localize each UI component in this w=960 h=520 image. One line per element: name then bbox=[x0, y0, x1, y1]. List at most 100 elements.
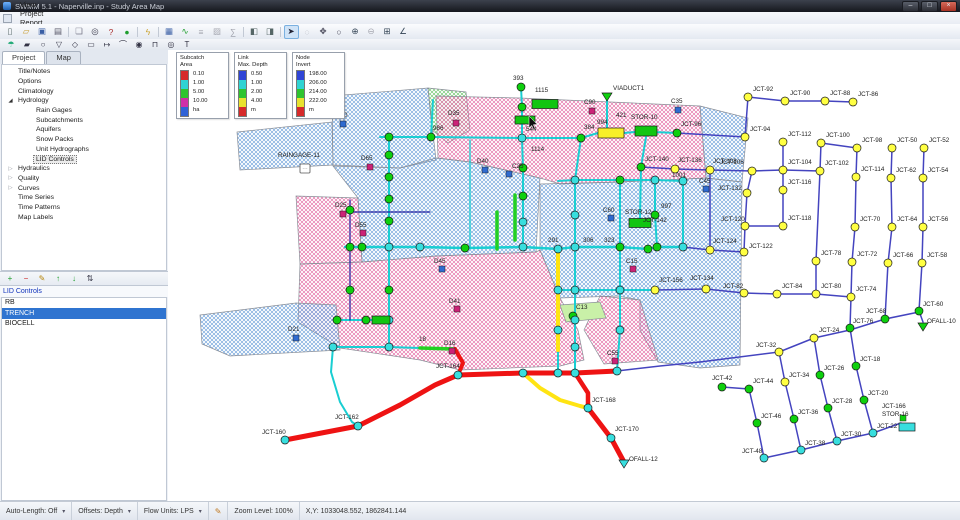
map-node-jct-132[interactable] bbox=[743, 189, 751, 197]
map-node-d30[interactable] bbox=[340, 121, 346, 127]
map-node-jct-98[interactable] bbox=[853, 144, 861, 152]
storage-tool-button[interactable]: ▭ bbox=[84, 39, 99, 51]
query-map-button[interactable]: ? bbox=[104, 25, 119, 39]
map-link[interactable] bbox=[783, 170, 820, 171]
map-node[interactable] bbox=[616, 243, 624, 251]
delete-object-button[interactable]: − bbox=[20, 273, 32, 284]
map-node[interactable] bbox=[651, 176, 659, 184]
map-node[interactable] bbox=[385, 343, 393, 351]
report-statistics-button[interactable]: ∑ bbox=[226, 25, 241, 39]
map-node-jct-80[interactable] bbox=[812, 290, 820, 298]
list-item-rb[interactable]: RB bbox=[2, 298, 166, 309]
map-node-jct-28[interactable] bbox=[824, 404, 832, 412]
tree-item-subcatchments[interactable]: Subcatchments bbox=[2, 115, 166, 125]
map-node-jct-100[interactable] bbox=[817, 139, 825, 147]
overview-map-button[interactable]: ● bbox=[120, 25, 135, 39]
map-node[interactable] bbox=[346, 286, 354, 294]
map-node[interactable] bbox=[519, 369, 527, 377]
map-node[interactable] bbox=[571, 211, 579, 219]
tree-item-quality[interactable]: ▷Quality bbox=[2, 174, 166, 184]
map-node-jct-24[interactable] bbox=[810, 334, 818, 342]
report-graph-button[interactable]: ∿ bbox=[178, 25, 193, 39]
map-node-jct-76[interactable] bbox=[846, 324, 854, 332]
map-node[interactable] bbox=[616, 176, 624, 184]
run-simulation-button[interactable]: ϟ bbox=[141, 25, 156, 39]
map-node-c55[interactable] bbox=[612, 358, 618, 364]
map-node-jct-42[interactable] bbox=[718, 383, 726, 391]
label-tool-button[interactable]: T bbox=[180, 39, 195, 51]
tree-item-lid-controls[interactable]: LID Controls bbox=[2, 154, 166, 164]
tree-item-aquifers[interactable]: Aquifers bbox=[2, 125, 166, 135]
map-node[interactable] bbox=[385, 195, 393, 203]
zoom-out-button[interactable]: ⊖ bbox=[364, 25, 379, 39]
map-link[interactable] bbox=[744, 171, 752, 252]
tree-item-climatology[interactable]: Climatology bbox=[2, 86, 166, 96]
list-item-trench[interactable]: TRENCH bbox=[2, 308, 166, 319]
offsets-selector[interactable]: Offsets: Depth ▾ bbox=[72, 502, 138, 520]
map-node[interactable] bbox=[598, 128, 624, 138]
tree-item-rain-gages[interactable]: Rain Gages bbox=[2, 106, 166, 116]
minimize-button[interactable]: – bbox=[902, 1, 919, 12]
edit-object-button[interactable]: ✎ bbox=[36, 273, 48, 284]
junction-tool-button[interactable]: ○ bbox=[36, 39, 51, 51]
map-node[interactable] bbox=[653, 243, 661, 251]
select-vertex-button[interactable]: ◌ bbox=[300, 25, 315, 39]
map-node-jct-124[interactable] bbox=[706, 246, 714, 254]
select-region-button[interactable]: ○ bbox=[332, 25, 347, 39]
zoom-in-button[interactable]: ⊕ bbox=[348, 25, 363, 39]
conduit-tool-button[interactable]: ↦ bbox=[100, 39, 115, 51]
map-node-jct-106[interactable] bbox=[748, 167, 756, 175]
map-node[interactable] bbox=[554, 245, 562, 253]
open-file-button[interactable]: ▱ bbox=[19, 25, 34, 39]
report-table-button[interactable]: ▦ bbox=[162, 25, 177, 39]
map-node-jct-22[interactable] bbox=[869, 429, 877, 437]
subcatchment-polygon[interactable] bbox=[200, 303, 340, 356]
map-node-jct-62[interactable] bbox=[887, 174, 895, 182]
map-node-jct-160[interactable] bbox=[281, 436, 289, 444]
subcatchment-polygon[interactable] bbox=[237, 122, 333, 170]
map-node[interactable] bbox=[385, 286, 393, 294]
map-node[interactable] bbox=[518, 134, 526, 142]
map-node-jct-48[interactable] bbox=[760, 454, 768, 462]
map-node[interactable] bbox=[358, 243, 366, 251]
map-node-jct-156[interactable] bbox=[651, 286, 659, 294]
map-node[interactable] bbox=[679, 243, 687, 251]
auto-length-selector[interactable]: Auto-Length: Off ▾ bbox=[0, 502, 72, 520]
map-node-jct-38[interactable] bbox=[797, 446, 805, 454]
map-node-jct-32[interactable] bbox=[775, 348, 783, 356]
map-node-jct-122[interactable] bbox=[740, 248, 748, 256]
map-node-jct-120[interactable] bbox=[741, 222, 749, 230]
map-node-jct-26[interactable] bbox=[816, 371, 824, 379]
map-node[interactable] bbox=[616, 286, 624, 294]
new-file-button[interactable]: ▯ bbox=[3, 25, 18, 39]
map-node[interactable] bbox=[427, 133, 435, 141]
tree-item-unit-hydrographs[interactable]: Unit Hydrographs bbox=[2, 145, 166, 155]
map-link[interactable] bbox=[850, 297, 851, 328]
map-node-jct-102[interactable] bbox=[816, 167, 824, 175]
map-node-c35[interactable] bbox=[675, 107, 681, 113]
map-node-jct-162[interactable] bbox=[354, 422, 362, 430]
map-link[interactable] bbox=[885, 148, 892, 319]
map-node[interactable] bbox=[571, 176, 579, 184]
map-node-c25[interactable] bbox=[506, 171, 512, 177]
map-node-jct-58[interactable] bbox=[918, 259, 926, 267]
map-node-jct-74[interactable] bbox=[847, 293, 855, 301]
tree-item-map-labels[interactable]: Map Labels bbox=[2, 212, 166, 222]
map-node-d65[interactable] bbox=[367, 164, 373, 170]
pump-tool-button[interactable]: ⌒ bbox=[116, 39, 131, 51]
map-node-jct-70[interactable] bbox=[851, 223, 859, 231]
map-node-jct-92[interactable] bbox=[744, 93, 752, 101]
map-node-jct-72[interactable] bbox=[848, 258, 856, 266]
tree-item-options[interactable]: Options bbox=[2, 77, 166, 87]
orifice-tool-button[interactable]: ◉ bbox=[132, 39, 147, 51]
map-node[interactable] bbox=[532, 100, 558, 109]
map-link[interactable] bbox=[285, 375, 458, 440]
tree-item-hydrology[interactable]: ◢Hydrology bbox=[2, 96, 166, 106]
map-node-jct-66[interactable] bbox=[884, 259, 892, 267]
map-node-jct-114[interactable] bbox=[852, 173, 860, 181]
map-node-jct-52[interactable] bbox=[920, 144, 928, 152]
map-link[interactable] bbox=[821, 143, 857, 148]
tree-item-snow-packs[interactable]: Snow Packs bbox=[2, 135, 166, 145]
menu-view[interactable]: View bbox=[15, 0, 52, 9]
measure-button[interactable]: ∠ bbox=[396, 25, 411, 39]
